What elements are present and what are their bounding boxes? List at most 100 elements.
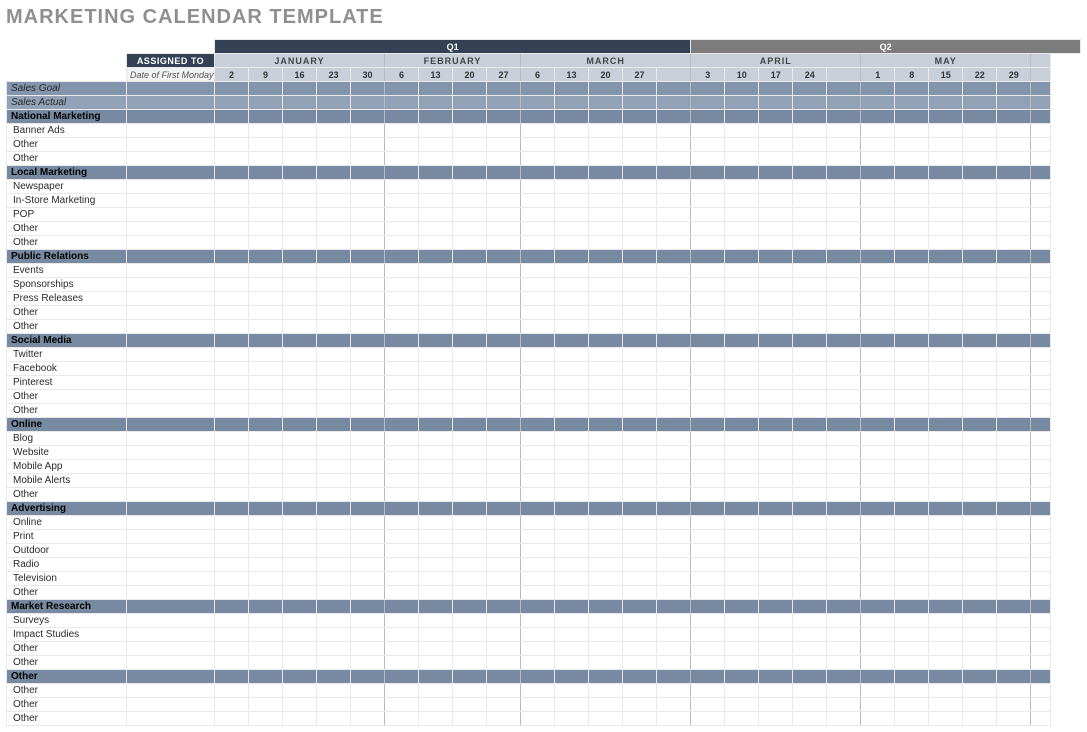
cell[interactable] xyxy=(657,110,691,124)
cell[interactable] xyxy=(487,222,521,236)
cell[interactable] xyxy=(215,432,249,446)
cell[interactable] xyxy=(861,614,895,628)
cell[interactable] xyxy=(215,558,249,572)
cell[interactable] xyxy=(317,390,351,404)
cell[interactable] xyxy=(1031,278,1051,292)
cell[interactable] xyxy=(555,656,589,670)
cell[interactable] xyxy=(895,698,929,712)
cell[interactable] xyxy=(1031,698,1051,712)
cell[interactable] xyxy=(589,642,623,656)
cell[interactable] xyxy=(249,82,283,96)
cell[interactable] xyxy=(283,544,317,558)
cell[interactable] xyxy=(351,670,385,684)
cell[interactable] xyxy=(929,488,963,502)
cell[interactable] xyxy=(827,600,861,614)
cell[interactable] xyxy=(759,558,793,572)
cell[interactable] xyxy=(249,320,283,334)
cell[interactable] xyxy=(453,712,487,726)
cell[interactable] xyxy=(759,572,793,586)
cell[interactable] xyxy=(861,194,895,208)
cell[interactable] xyxy=(861,208,895,222)
cell[interactable] xyxy=(385,698,419,712)
cell[interactable] xyxy=(283,684,317,698)
cell[interactable] xyxy=(963,264,997,278)
cell[interactable] xyxy=(929,376,963,390)
cell[interactable] xyxy=(555,166,589,180)
cell[interactable] xyxy=(487,292,521,306)
cell[interactable] xyxy=(283,264,317,278)
cell[interactable] xyxy=(827,222,861,236)
cell[interactable] xyxy=(759,306,793,320)
cell[interactable] xyxy=(487,460,521,474)
assigned-cell[interactable] xyxy=(127,656,215,670)
cell[interactable] xyxy=(725,698,759,712)
cell[interactable] xyxy=(1031,614,1051,628)
cell[interactable] xyxy=(351,250,385,264)
cell[interactable] xyxy=(691,376,725,390)
cell[interactable] xyxy=(385,278,419,292)
cell[interactable] xyxy=(487,138,521,152)
cell[interactable] xyxy=(521,572,555,586)
cell[interactable] xyxy=(997,110,1031,124)
cell[interactable] xyxy=(929,558,963,572)
cell[interactable] xyxy=(657,124,691,138)
assigned-cell[interactable] xyxy=(127,292,215,306)
cell[interactable] xyxy=(215,306,249,320)
cell[interactable] xyxy=(759,264,793,278)
cell[interactable] xyxy=(827,516,861,530)
cell[interactable] xyxy=(419,208,453,222)
cell[interactable] xyxy=(283,180,317,194)
cell[interactable] xyxy=(283,152,317,166)
cell[interactable] xyxy=(657,558,691,572)
cell[interactable] xyxy=(283,516,317,530)
cell[interactable] xyxy=(1031,642,1051,656)
cell[interactable] xyxy=(419,474,453,488)
cell[interactable] xyxy=(215,474,249,488)
cell[interactable] xyxy=(997,474,1031,488)
cell[interactable] xyxy=(419,530,453,544)
cell[interactable] xyxy=(317,670,351,684)
cell[interactable] xyxy=(963,628,997,642)
cell[interactable] xyxy=(453,446,487,460)
cell[interactable] xyxy=(487,712,521,726)
cell[interactable] xyxy=(317,124,351,138)
cell[interactable] xyxy=(963,684,997,698)
cell[interactable] xyxy=(385,306,419,320)
cell[interactable] xyxy=(555,586,589,600)
cell[interactable] xyxy=(725,544,759,558)
cell[interactable] xyxy=(657,418,691,432)
cell[interactable] xyxy=(215,572,249,586)
cell[interactable] xyxy=(895,96,929,110)
cell[interactable] xyxy=(555,432,589,446)
cell[interactable] xyxy=(351,138,385,152)
cell[interactable] xyxy=(487,194,521,208)
cell[interactable] xyxy=(351,96,385,110)
cell[interactable] xyxy=(997,166,1031,180)
cell[interactable] xyxy=(215,670,249,684)
cell[interactable] xyxy=(929,264,963,278)
cell[interactable] xyxy=(419,292,453,306)
cell[interactable] xyxy=(827,642,861,656)
cell[interactable] xyxy=(895,306,929,320)
cell[interactable] xyxy=(1031,530,1051,544)
cell[interactable] xyxy=(589,684,623,698)
cell[interactable] xyxy=(725,362,759,376)
cell[interactable] xyxy=(589,628,623,642)
cell[interactable] xyxy=(895,250,929,264)
cell[interactable] xyxy=(963,124,997,138)
cell[interactable] xyxy=(1031,334,1051,348)
cell[interactable] xyxy=(827,152,861,166)
cell[interactable] xyxy=(249,572,283,586)
cell[interactable] xyxy=(555,110,589,124)
cell[interactable] xyxy=(385,628,419,642)
cell[interactable] xyxy=(487,180,521,194)
cell[interactable] xyxy=(827,124,861,138)
cell[interactable] xyxy=(351,278,385,292)
cell[interactable] xyxy=(895,320,929,334)
cell[interactable] xyxy=(691,166,725,180)
cell[interactable] xyxy=(589,166,623,180)
cell[interactable] xyxy=(1031,250,1051,264)
cell[interactable] xyxy=(623,194,657,208)
cell[interactable] xyxy=(249,348,283,362)
cell[interactable] xyxy=(249,110,283,124)
